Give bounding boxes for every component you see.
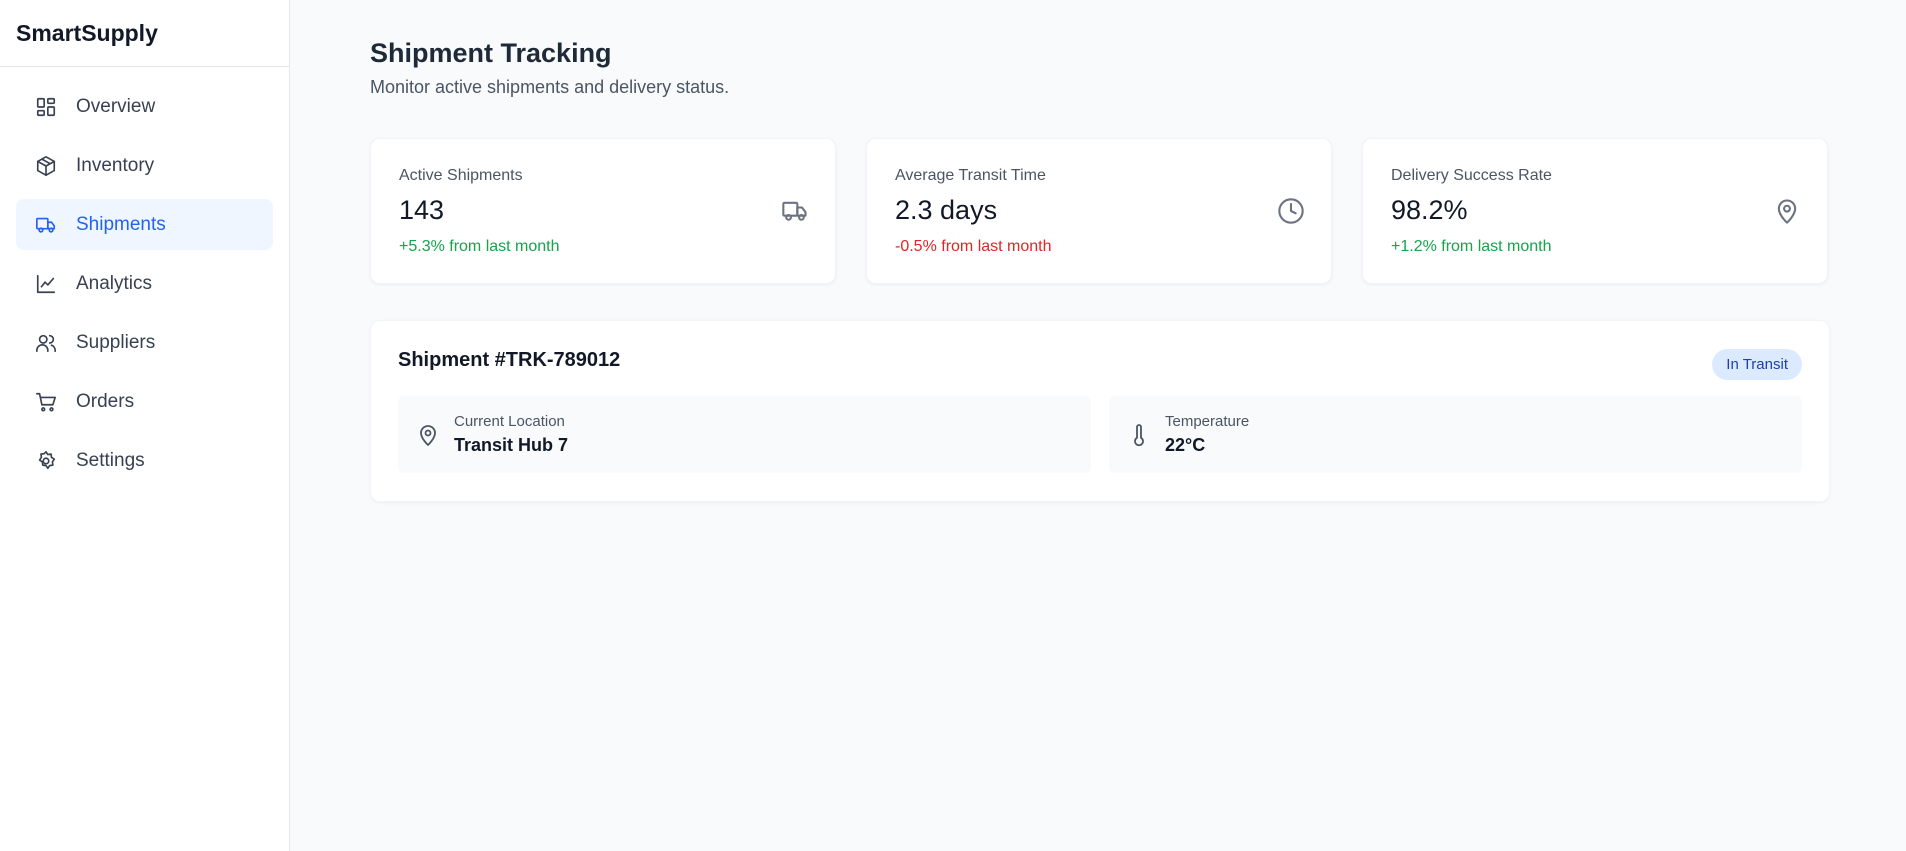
stat-value: 2.3 days: [895, 195, 998, 225]
sidebar-item-label: Overview: [76, 95, 156, 117]
cart-icon: [34, 390, 58, 414]
stat-label: Active Shipments: [399, 167, 523, 184]
shipment-details: Current Location Transit Hub 7 Temperatu…: [398, 396, 1802, 473]
clock-icon: [1277, 197, 1305, 225]
stat-label: Average Transit Time: [895, 167, 1046, 184]
sidebar-item-label: Shipments: [76, 213, 166, 235]
sidebar-item-inventory[interactable]: Inventory: [16, 140, 273, 191]
sidebar-item-label: Settings: [76, 449, 145, 471]
sidebar-item-analytics[interactable]: Analytics: [16, 258, 273, 309]
stat-change: +1.2% from last month: [1391, 238, 1552, 255]
sidebar-item-label: Suppliers: [76, 331, 156, 353]
status-badge: In Transit: [1712, 349, 1802, 380]
app-logo: SmartSupply: [0, 0, 289, 67]
temperature-value: 22°C: [1165, 435, 1206, 455]
stat-card-active-shipments: Active Shipments 143 +5.3% from last mon…: [370, 138, 836, 284]
shipment-title: Shipment #TRK-789012: [398, 349, 621, 371]
sidebar-nav: Overview Inventory Shipments Analytics S…: [0, 67, 289, 508]
truck-icon: [781, 197, 809, 225]
current-location-panel: Current Location Transit Hub 7: [398, 396, 1091, 473]
page-title: Shipment Tracking: [370, 38, 612, 68]
stats-row: Active Shipments 143 +5.3% from last mon…: [370, 138, 1830, 284]
location-label: Current Location: [454, 413, 565, 430]
stat-label: Delivery Success Rate: [1391, 167, 1552, 184]
stat-card-average-transit-time: Average Transit Time 2.3 days -0.5% from…: [866, 138, 1332, 284]
sidebar-item-label: Analytics: [76, 272, 153, 294]
stat-change: +5.3% from last month: [399, 238, 560, 255]
map-pin-icon: [1773, 197, 1801, 225]
sidebar-item-suppliers[interactable]: Suppliers: [16, 317, 273, 368]
stat-card-delivery-success-rate: Delivery Success Rate 98.2% +1.2% from l…: [1362, 138, 1828, 284]
thermometer-icon: [1127, 423, 1151, 447]
chart-line-icon: [34, 272, 58, 296]
page-subtitle: Monitor active shipments and delivery st…: [370, 77, 730, 97]
shipment-card[interactable]: Shipment #TRK-789012 In Transit Current …: [370, 320, 1830, 502]
truck-icon: [34, 213, 58, 237]
temperature-panel: Temperature 22°C: [1109, 396, 1802, 473]
map-pin-icon: [416, 423, 440, 447]
stat-value: 143: [399, 195, 445, 225]
box-icon: [34, 154, 58, 178]
location-value: Transit Hub 7: [454, 435, 569, 455]
users-icon: [34, 331, 58, 355]
sidebar: SmartSupply Overview Inventory Shipments…: [0, 0, 290, 851]
sidebar-item-label: Orders: [76, 390, 135, 412]
sidebar-item-overview[interactable]: Overview: [16, 81, 273, 132]
temperature-label: Temperature: [1165, 413, 1250, 430]
sidebar-item-label: Inventory: [76, 154, 155, 176]
stat-value: 98.2%: [1391, 195, 1468, 225]
sidebar-item-orders[interactable]: Orders: [16, 376, 273, 427]
sidebar-item-settings[interactable]: Settings: [16, 435, 273, 486]
gear-icon: [34, 449, 58, 473]
grid-icon: [34, 95, 58, 119]
sidebar-item-shipments[interactable]: Shipments: [16, 199, 273, 250]
main-content: Shipment Tracking Monitor active shipmen…: [370, 0, 1830, 502]
stat-change: -0.5% from last month: [895, 238, 1052, 255]
